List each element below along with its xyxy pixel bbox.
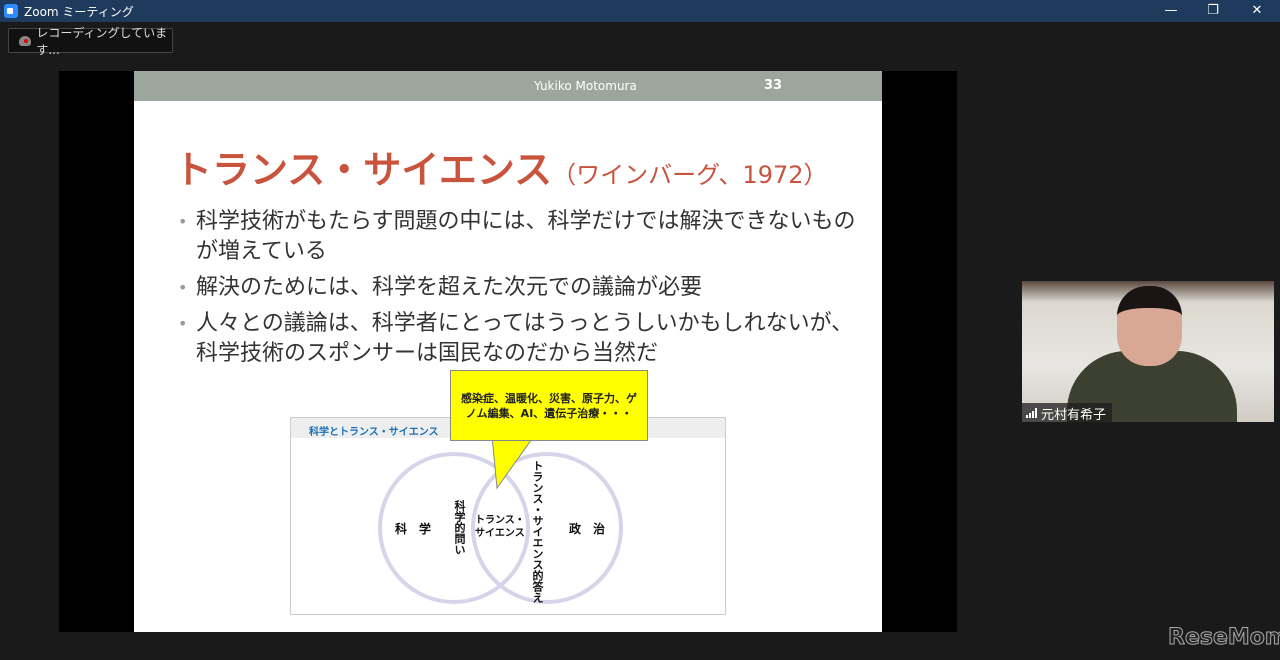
center-label: トランス・サイエンス (475, 514, 525, 540)
title-sub: （ワインバーグ、1972） (552, 161, 828, 189)
presenter-name: Yukiko Motomura (534, 79, 637, 93)
participant-face (1117, 286, 1182, 366)
slide-header: Yukiko Motomura 33 (134, 71, 882, 101)
minimize-button[interactable]: — (1148, 0, 1194, 22)
center-label-line: トランス・ (475, 515, 525, 526)
scientific-question-label: 科学的問い (453, 500, 466, 555)
shared-slide: Yukiko Motomura 33 トランス・サイエンス（ワインバーグ、197… (134, 71, 882, 632)
science-label: 科 学 (395, 522, 432, 536)
callout-tail (491, 436, 535, 490)
recording-indicator-button[interactable]: レコーディングしています... (8, 26, 173, 57)
participant-video[interactable]: 元村有希子 (1022, 281, 1274, 422)
signal-strength-icon (1026, 408, 1037, 418)
bullet-item: 人々との議論は、科学者にとってはうっとうしいかもしれないが、科学技術のスポンサー… (178, 309, 858, 369)
slide-title: トランス・サイエンス（ワインバーグ、1972） (174, 139, 828, 194)
bullet-item: 科学技術がもたらす問題の中には、科学だけでは解決できないものが増えている (178, 207, 858, 267)
slide-number: 33 (764, 78, 783, 93)
cloud-record-icon (19, 35, 32, 46)
participant-name-tag: 元村有希子 (1022, 403, 1113, 423)
politics-label: 政 治 (569, 522, 606, 536)
close-button[interactable]: ✕ (1234, 0, 1280, 22)
watermark-logo: ReseMom (1168, 625, 1280, 651)
title-bar: Zoom ミーティング — ❐ ✕ (0, 0, 1280, 22)
zoom-app-icon (4, 4, 18, 18)
center-label-line: サイエンス (475, 528, 525, 539)
window-title: Zoom ミーティング (24, 4, 134, 19)
recording-label: レコーディングしています... (36, 25, 168, 57)
bullet-item: 解決のためには、科学を超えた次元での議論が必要 (178, 273, 858, 303)
participant-name: 元村有希子 (1041, 407, 1107, 423)
title-main: トランス・サイエンス (174, 148, 553, 192)
callout-box: 感染症、温暖化、災害、原子力、ゲノム編集、AI、遺伝子治療・・・ (450, 370, 648, 441)
bullet-list: 科学技術がもたらす問題の中には、科学だけでは解決できないものが増えている 解決の… (178, 207, 858, 375)
restore-button[interactable]: ❐ (1190, 0, 1236, 22)
